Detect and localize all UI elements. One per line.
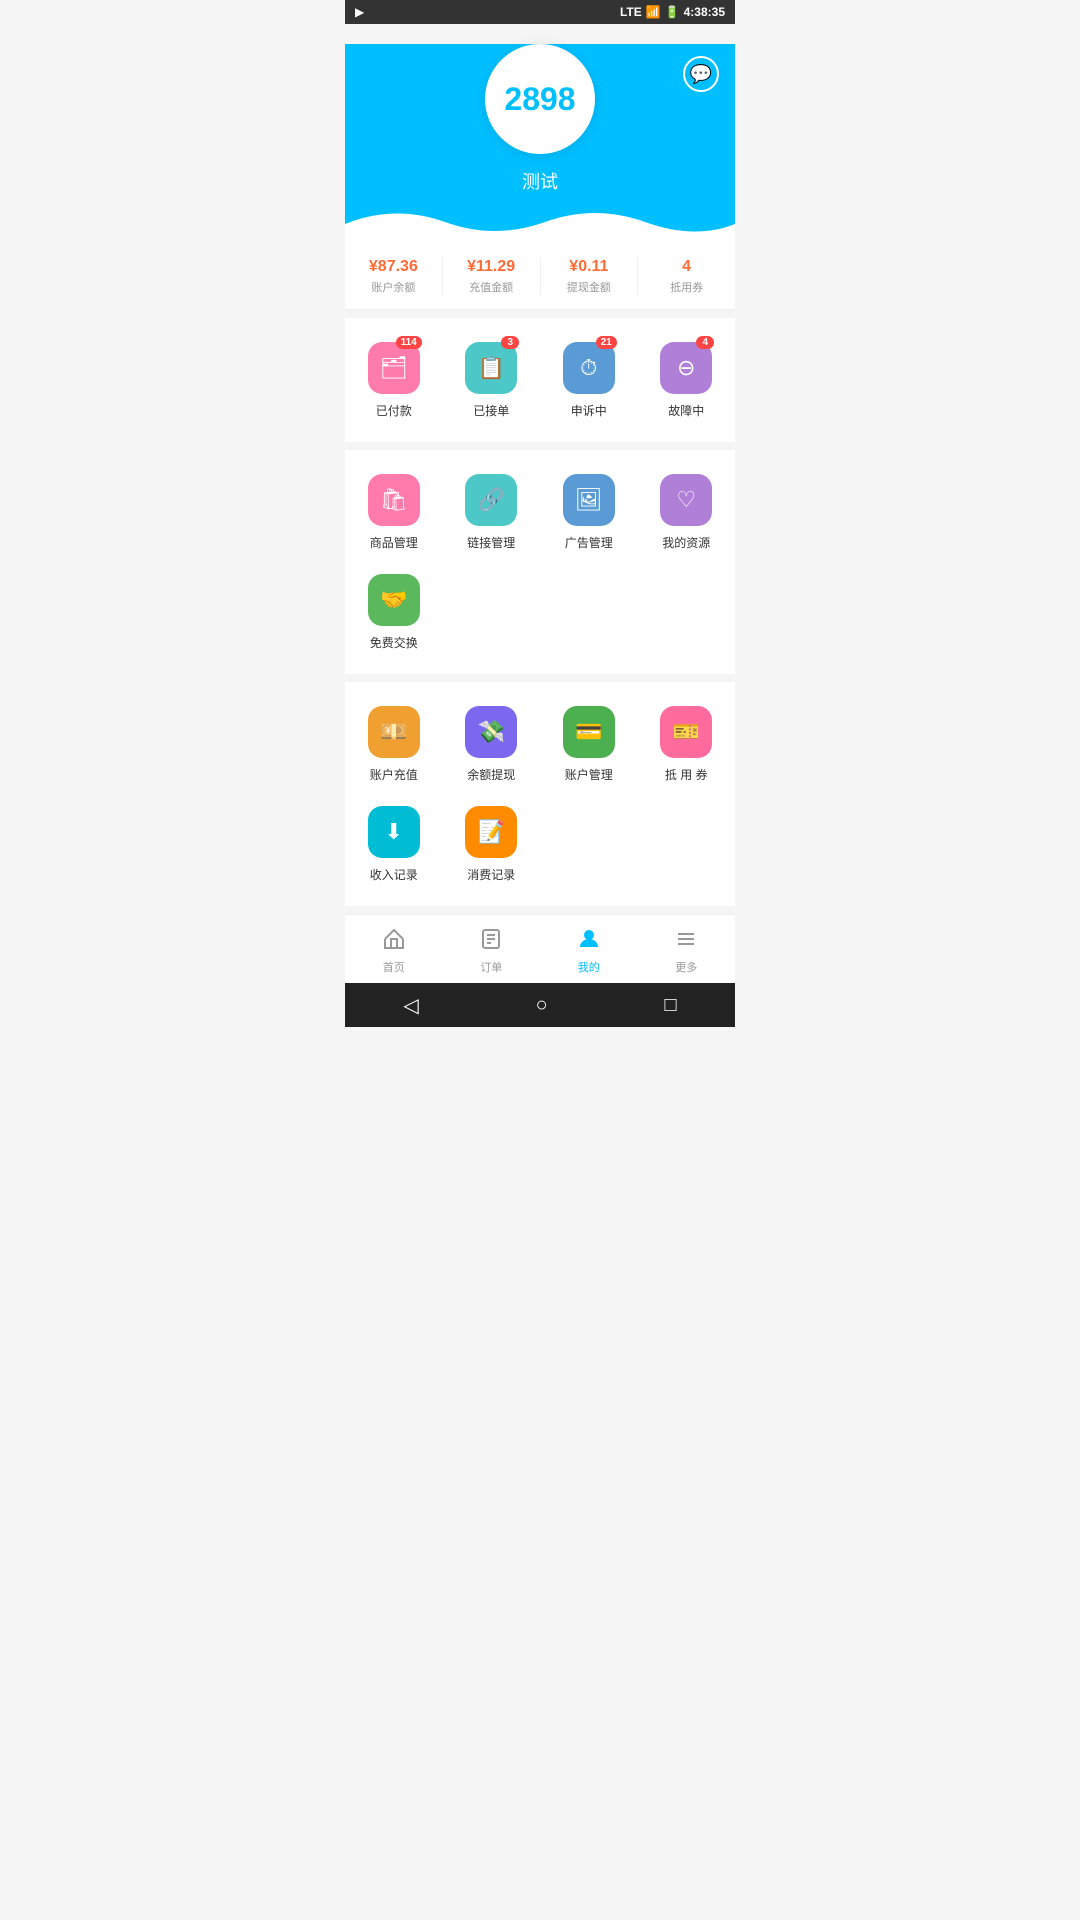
order-item-0[interactable]: 🗂 114 已付款 bbox=[345, 334, 443, 434]
stat-item-2[interactable]: ¥0.11提现金额 bbox=[541, 258, 639, 295]
account-item-0[interactable]: 💴 账户充值 bbox=[345, 698, 443, 798]
account-item-4[interactable]: ⬇ 收入记录 bbox=[345, 798, 443, 898]
tool-section: 🛍 商品管理 🔗 链接管理 🖼 广告管理 ♡ 我的资源 🤝 免费交换 bbox=[345, 450, 735, 674]
tool-item-1[interactable]: 🔗 链接管理 bbox=[443, 466, 541, 566]
nav-label-2: 我的 bbox=[540, 959, 638, 975]
status-right: LTE 📶 🔋 4:38:35 bbox=[620, 5, 725, 19]
nav-item-首页[interactable]: 首页 bbox=[345, 923, 443, 979]
nav-label-1: 订单 bbox=[443, 959, 541, 975]
account-item-2[interactable]: 💳 账户管理 bbox=[540, 698, 638, 798]
status-bar: ▶ LTE 📶 🔋 4:38:35 bbox=[345, 0, 735, 24]
status-left: ▶ bbox=[355, 5, 364, 19]
time-label: 4:38:35 bbox=[684, 5, 725, 19]
stat-item-1[interactable]: ¥11.29充值金额 bbox=[443, 258, 541, 295]
order-item-1[interactable]: 📋 3 已接单 bbox=[443, 334, 541, 434]
nav-icon-1 bbox=[443, 927, 541, 957]
carrier-icon: ▶ bbox=[355, 5, 364, 19]
network-label: LTE bbox=[620, 5, 642, 19]
nav-label-0: 首页 bbox=[345, 959, 443, 975]
account-item-3[interactable]: 🎫 抵 用 券 bbox=[638, 698, 736, 798]
header: 💬 2898 测试 bbox=[345, 44, 735, 244]
order-item-3[interactable]: ⊖ 4 故障中 bbox=[638, 334, 736, 434]
chat-icon-button[interactable]: 💬 bbox=[683, 56, 719, 92]
tool-grid: 🛍 商品管理 🔗 链接管理 🖼 广告管理 ♡ 我的资源 🤝 免费交换 bbox=[345, 466, 735, 666]
battery-icon: 🔋 bbox=[665, 5, 680, 19]
nav-icon-0 bbox=[345, 927, 443, 957]
recent-button[interactable]: □ bbox=[664, 994, 676, 1017]
nav-icon-2 bbox=[540, 927, 638, 957]
nav-item-更多[interactable]: 更多 bbox=[638, 923, 736, 979]
tool-item-3[interactable]: ♡ 我的资源 bbox=[638, 466, 736, 566]
avatar: 2898 bbox=[485, 44, 595, 154]
account-item-1[interactable]: 💸 余额提现 bbox=[443, 698, 541, 798]
tool-item-0[interactable]: 🛍 商品管理 bbox=[345, 466, 443, 566]
home-button[interactable]: ○ bbox=[536, 994, 548, 1017]
tool-item-4[interactable]: 🤝 免费交换 bbox=[345, 566, 443, 666]
avatar-text: 2898 bbox=[504, 81, 575, 118]
back-button[interactable]: ◁ bbox=[403, 993, 418, 1018]
nav-label-3: 更多 bbox=[638, 959, 736, 975]
nav-item-我的[interactable]: 我的 bbox=[540, 923, 638, 979]
stat-item-3[interactable]: 4抵用券 bbox=[638, 258, 735, 295]
stats-row: ¥87.36账户余额¥11.29充值金额¥0.11提现金额4抵用券 bbox=[345, 244, 735, 310]
account-item-5[interactable]: 📝 消费记录 bbox=[443, 798, 541, 898]
bottom-nav: 首页 订单 我的 更多 bbox=[345, 914, 735, 983]
nav-item-订单[interactable]: 订单 bbox=[443, 923, 541, 979]
account-section: 💴 账户充值 💸 余额提现 💳 账户管理 🎫 抵 用 券 ⬇ 收入记录 📝 消费… bbox=[345, 682, 735, 906]
nav-icon-3 bbox=[638, 927, 736, 957]
order-item-2[interactable]: ⏱ 21 申诉中 bbox=[540, 334, 638, 434]
username-label: 测试 bbox=[345, 168, 735, 194]
stat-item-0[interactable]: ¥87.36账户余额 bbox=[345, 258, 443, 295]
signal-icon: 📶 bbox=[646, 5, 661, 19]
account-grid: 💴 账户充值 💸 余额提现 💳 账户管理 🎫 抵 用 券 ⬇ 收入记录 📝 消费… bbox=[345, 698, 735, 898]
order-grid: 🗂 114 已付款 📋 3 已接单 ⏱ 21 申诉中 ⊖ 4 故障中 bbox=[345, 334, 735, 434]
tool-item-2[interactable]: 🖼 广告管理 bbox=[540, 466, 638, 566]
wave-decoration bbox=[345, 204, 735, 244]
android-nav: ◁ ○ □ bbox=[345, 983, 735, 1027]
order-section: 🗂 114 已付款 📋 3 已接单 ⏱ 21 申诉中 ⊖ 4 故障中 bbox=[345, 318, 735, 442]
